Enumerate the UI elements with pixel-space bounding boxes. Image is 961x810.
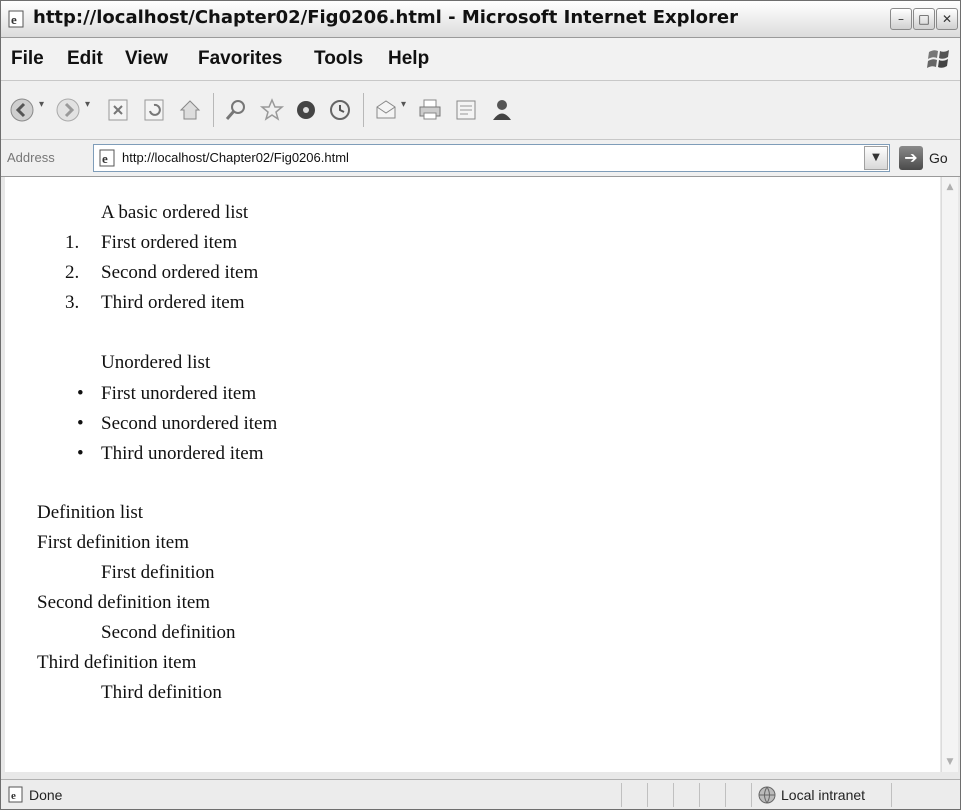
- mail-dropdown-icon[interactable]: ▾: [401, 99, 406, 110]
- list-marker: 1.: [65, 232, 80, 253]
- ordered-list-caption: A basic ordered list: [101, 202, 249, 223]
- refresh-icon[interactable]: [141, 97, 167, 123]
- menu-bar: File Edit View Favorites Tools Help: [1, 38, 960, 81]
- address-input[interactable]: [122, 145, 852, 171]
- ie-page-icon: e: [8, 786, 23, 803]
- menu-tools[interactable]: Tools: [314, 48, 363, 70]
- svg-text:e: e: [11, 12, 17, 27]
- menu-favorites[interactable]: Favorites: [198, 48, 282, 70]
- favorites-icon[interactable]: [259, 97, 285, 123]
- forward-icon[interactable]: [55, 97, 81, 123]
- menu-view[interactable]: View: [125, 48, 168, 70]
- browser-window: e http://localhost/Chapter02/Fig0206.htm…: [0, 0, 961, 810]
- window-title: http://localhost/Chapter02/Fig0206.html …: [33, 7, 739, 28]
- status-bar: e Done Local intranet: [1, 779, 960, 809]
- minimize-button[interactable]: –: [890, 8, 912, 30]
- status-pane-divider: [673, 783, 674, 807]
- definition-description: Second definition: [101, 622, 236, 643]
- search-icon[interactable]: [223, 97, 249, 123]
- unordered-list-item: First unordered item: [101, 383, 257, 404]
- svg-text:e: e: [102, 151, 108, 166]
- media-icon[interactable]: [293, 97, 319, 123]
- ordered-list-item: Second ordered item: [101, 262, 259, 283]
- menu-edit[interactable]: Edit: [67, 48, 103, 70]
- ie-page-icon: e: [8, 10, 24, 28]
- status-pane-divider: [621, 783, 622, 807]
- definition-term: First definition item: [37, 532, 189, 553]
- address-bar: Address e ▼ ➔ Go: [1, 140, 960, 177]
- ordered-list-item: Third ordered item: [101, 292, 245, 313]
- home-icon[interactable]: [177, 97, 203, 123]
- status-pane-divider: [725, 783, 726, 807]
- vertical-scrollbar[interactable]: ▲ ▼: [941, 177, 958, 772]
- status-pane-divider: [751, 783, 752, 807]
- address-label: Address: [7, 150, 55, 165]
- scroll-down-icon[interactable]: ▼: [942, 754, 958, 770]
- menu-file[interactable]: File: [11, 48, 44, 70]
- local-intranet-icon: [758, 786, 776, 804]
- definition-list-caption: Definition list: [37, 502, 144, 523]
- title-bar: e http://localhost/Chapter02/Fig0206.htm…: [1, 1, 960, 38]
- back-dropdown-icon[interactable]: ▾: [39, 99, 44, 110]
- history-icon[interactable]: [327, 97, 353, 123]
- print-icon[interactable]: [417, 97, 443, 123]
- close-button[interactable]: ✕: [936, 8, 958, 30]
- bullet-icon: •: [77, 383, 84, 404]
- edit-icon[interactable]: [453, 97, 479, 123]
- svg-text:e: e: [11, 790, 16, 802]
- list-marker: 2.: [65, 262, 80, 283]
- security-zone-label: Local intranet: [781, 787, 866, 803]
- unordered-list-item: Second unordered item: [101, 413, 278, 434]
- go-button[interactable]: ➔ Go: [899, 146, 959, 170]
- list-marker: 3.: [65, 292, 80, 313]
- back-icon[interactable]: [9, 97, 35, 123]
- stop-icon[interactable]: [105, 97, 131, 123]
- definition-description: First definition: [101, 562, 215, 583]
- bullet-icon: •: [77, 443, 84, 464]
- unordered-list-item: Third unordered item: [101, 443, 264, 464]
- scroll-up-icon[interactable]: ▲: [942, 179, 958, 195]
- messenger-icon[interactable]: [489, 97, 515, 123]
- toolbar: ▾ ▾ ▾: [1, 81, 960, 140]
- toolbar-separator: [363, 93, 364, 127]
- status-pane-divider: [647, 783, 648, 807]
- status-pane-divider: [891, 783, 892, 807]
- toolbar-separator: [213, 93, 214, 127]
- ie-page-icon: e: [99, 149, 115, 167]
- status-pane-divider: [699, 783, 700, 807]
- maximize-button[interactable]: □: [913, 8, 935, 30]
- go-arrow-icon[interactable]: ➔: [899, 146, 923, 170]
- mail-icon[interactable]: [373, 97, 399, 123]
- unordered-list-caption: Unordered list: [101, 352, 211, 373]
- menu-help[interactable]: Help: [388, 48, 429, 70]
- bullet-icon: •: [77, 413, 84, 434]
- status-text: Done: [29, 787, 63, 803]
- definition-description: Third definition: [101, 682, 222, 703]
- page-content: A basic ordered list 1. First ordered it…: [5, 177, 940, 772]
- ordered-list-item: First ordered item: [101, 232, 238, 253]
- windows-logo-icon: [927, 50, 949, 68]
- address-dropdown-button[interactable]: ▼: [864, 146, 888, 170]
- forward-dropdown-icon[interactable]: ▾: [85, 99, 90, 110]
- address-box: e ▼: [93, 144, 890, 172]
- definition-term: Third definition item: [37, 652, 197, 673]
- go-label[interactable]: Go: [929, 150, 948, 166]
- definition-term: Second definition item: [37, 592, 211, 613]
